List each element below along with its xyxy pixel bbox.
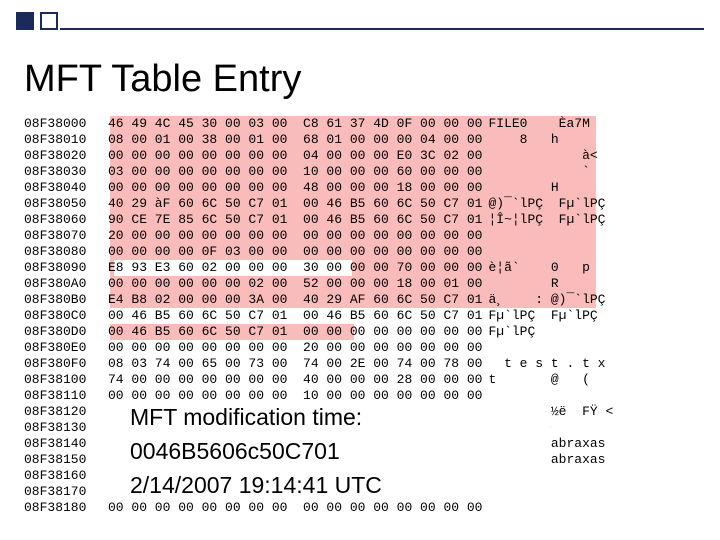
hex-bytes: 00 00 00 00 00 00 02 00 52 00 00 00 18 0… <box>108 276 482 292</box>
addr: 08F380C0 <box>24 308 108 324</box>
ascii: Fµ`lPÇ Fµ`lPÇ <box>488 308 597 324</box>
hex-bytes: 46 49 4C 45 30 00 03 00 C8 61 37 4D 0F 0… <box>108 116 482 132</box>
addr: 08F38180 <box>24 500 108 516</box>
hex-bytes: 00 46 B5 60 6C 50 C7 01 00 00 00 00 00 0… <box>108 324 482 340</box>
hex-row: 08F380E000 00 00 00 00 00 00 00 20 00 00… <box>24 340 700 356</box>
hex-bytes: 40 29 àF 60 6C 50 C7 01 00 46 B5 60 6C 5… <box>108 196 482 212</box>
addr: 08F380A0 <box>24 276 108 292</box>
square-filled <box>16 12 34 30</box>
hex-row: 08F3818000 00 00 00 00 00 00 00 00 00 00… <box>24 500 700 516</box>
hex-row: 08F3806090 CE 7E 85 6C 50 C7 01 00 46 B5… <box>24 212 700 228</box>
header-rule <box>60 28 704 30</box>
hex-row: 08F380C000 46 B5 60 6C 50 C7 01 00 46 B5… <box>24 308 700 324</box>
addr: 08F38100 <box>24 372 108 388</box>
addr: 08F38090 <box>24 260 108 276</box>
hex-row: 08F3804000 00 00 00 00 00 00 00 48 00 00… <box>24 180 700 196</box>
overlay-line2: 0046B5606c50C701 <box>130 434 550 468</box>
ascii: t e s t . t x <box>488 356 605 372</box>
hex-bytes: 08 00 01 00 38 00 01 00 68 01 00 00 00 0… <box>108 132 482 148</box>
addr: 08F38000 <box>24 116 108 132</box>
hex-bytes: 74 00 00 00 00 00 00 00 40 00 00 00 28 0… <box>108 372 482 388</box>
addr: 08F380F0 <box>24 356 108 372</box>
ascii: H <box>488 180 558 196</box>
hex-bytes: 00 00 00 00 00 00 00 00 00 00 00 00 00 0… <box>108 500 482 516</box>
addr: 08F38110 <box>24 388 108 404</box>
hex-bytes: 20 00 00 00 00 00 00 00 00 00 00 00 00 0… <box>108 228 482 244</box>
addr: 08F38020 <box>24 148 108 164</box>
addr: 08F38030 <box>24 164 108 180</box>
hex-row: 08F3808000 00 00 00 0F 03 00 00 00 00 00… <box>24 244 700 260</box>
hex-row: 08F3807020 00 00 00 00 00 00 00 00 00 00… <box>24 228 700 244</box>
hex-row: 08F3803003 00 00 00 00 00 00 00 10 00 00… <box>24 164 700 180</box>
addr: 08F38120 <box>24 404 108 420</box>
addr: 08F38010 <box>24 132 108 148</box>
hex-row: 08F380D000 46 B5 60 6C 50 C7 01 00 00 00… <box>24 324 700 340</box>
hex-bytes: 00 00 00 00 00 00 00 00 20 00 00 00 00 0… <box>108 340 482 356</box>
hex-row: 08F3800046 49 4C 45 30 00 03 00 C8 61 37… <box>24 116 700 132</box>
ascii: Fµ`lPÇ <box>488 324 535 340</box>
hex-bytes: 08 03 74 00 65 00 73 00 74 00 2E 00 74 0… <box>108 356 482 372</box>
ascii: ä¸ : @)¯`lPÇ <box>488 292 605 308</box>
overlay-line3: 2/14/2007 19:14:41 UTC <box>130 468 550 502</box>
hex-bytes: 90 CE 7E 85 6C 50 C7 01 00 46 B5 60 6C 5… <box>108 212 482 228</box>
square-outline <box>40 12 58 30</box>
addr: 08F380E0 <box>24 340 108 356</box>
hex-bytes: 00 46 B5 60 6C 50 C7 01 00 46 B5 60 6C 5… <box>108 308 482 324</box>
addr: 08F38040 <box>24 180 108 196</box>
addr: 08F380B0 <box>24 292 108 308</box>
hex-row: 08F380A000 00 00 00 00 00 02 00 52 00 00… <box>24 276 700 292</box>
hex-row: 08F3805040 29 àF 60 6C 50 C7 01 00 46 B5… <box>24 196 700 212</box>
ascii: R <box>488 276 558 292</box>
ascii: ` <box>488 164 589 180</box>
hex-row: 08F38090E8 93 E3 60 02 00 00 00 30 00 00… <box>24 260 700 276</box>
addr: 08F38150 <box>24 452 108 468</box>
hex-row: 08F3802000 00 00 00 00 00 00 00 04 00 00… <box>24 148 700 164</box>
page-title: MFT Table Entry <box>24 58 301 101</box>
hex-row: 08F380F008 03 74 00 65 00 73 00 74 00 2E… <box>24 356 700 372</box>
addr: 08F380D0 <box>24 324 108 340</box>
hex-row: 08F3810074 00 00 00 00 00 00 00 40 00 00… <box>24 372 700 388</box>
hex-bytes: E4 B8 02 00 00 00 3A 00 40 29 AF 60 6C 5… <box>108 292 482 308</box>
hex-row: 08F380B0E4 B8 02 00 00 00 3A 00 40 29 AF… <box>24 292 700 308</box>
addr: 08F38170 <box>24 484 108 500</box>
ascii: t @ ( <box>488 372 589 388</box>
addr: 08F38080 <box>24 244 108 260</box>
overlay-text: MFT modification time: 0046B5606c50C701 … <box>130 400 550 502</box>
decor-squares <box>16 12 60 30</box>
addr: 08F38160 <box>24 468 108 484</box>
ascii: à< <box>488 148 597 164</box>
hex-row: 08F3801008 00 01 00 38 00 01 00 68 01 00… <box>24 132 700 148</box>
overlay-line1: MFT modification time: <box>130 400 550 434</box>
ascii: è¦ã` 0 p <box>488 260 589 276</box>
hex-bytes: 00 00 00 00 00 00 00 00 48 00 00 00 18 0… <box>108 180 482 196</box>
hex-bytes: 00 00 00 00 00 00 00 00 04 00 00 00 E0 3… <box>108 148 482 164</box>
addr: 08F38060 <box>24 212 108 228</box>
hex-bytes: 03 00 00 00 00 00 00 00 10 00 00 00 60 0… <box>108 164 482 180</box>
ascii: ¦Î~¦lPÇ Fµ`lPÇ <box>488 212 605 228</box>
ascii: @)¯`lPÇ Fµ`lPÇ <box>488 196 605 212</box>
ascii: FILE0 Èa7M <box>488 116 589 132</box>
addr: 08F38070 <box>24 228 108 244</box>
addr: 08F38130 <box>24 420 108 436</box>
addr: 08F38050 <box>24 196 108 212</box>
hex-bytes: E8 93 E3 60 02 00 00 00 30 00 00 00 70 0… <box>108 260 482 276</box>
addr: 08F38140 <box>24 436 108 452</box>
ascii: 8 h <box>488 132 558 148</box>
hex-bytes: 00 00 00 00 0F 03 00 00 00 00 00 00 00 0… <box>108 244 482 260</box>
